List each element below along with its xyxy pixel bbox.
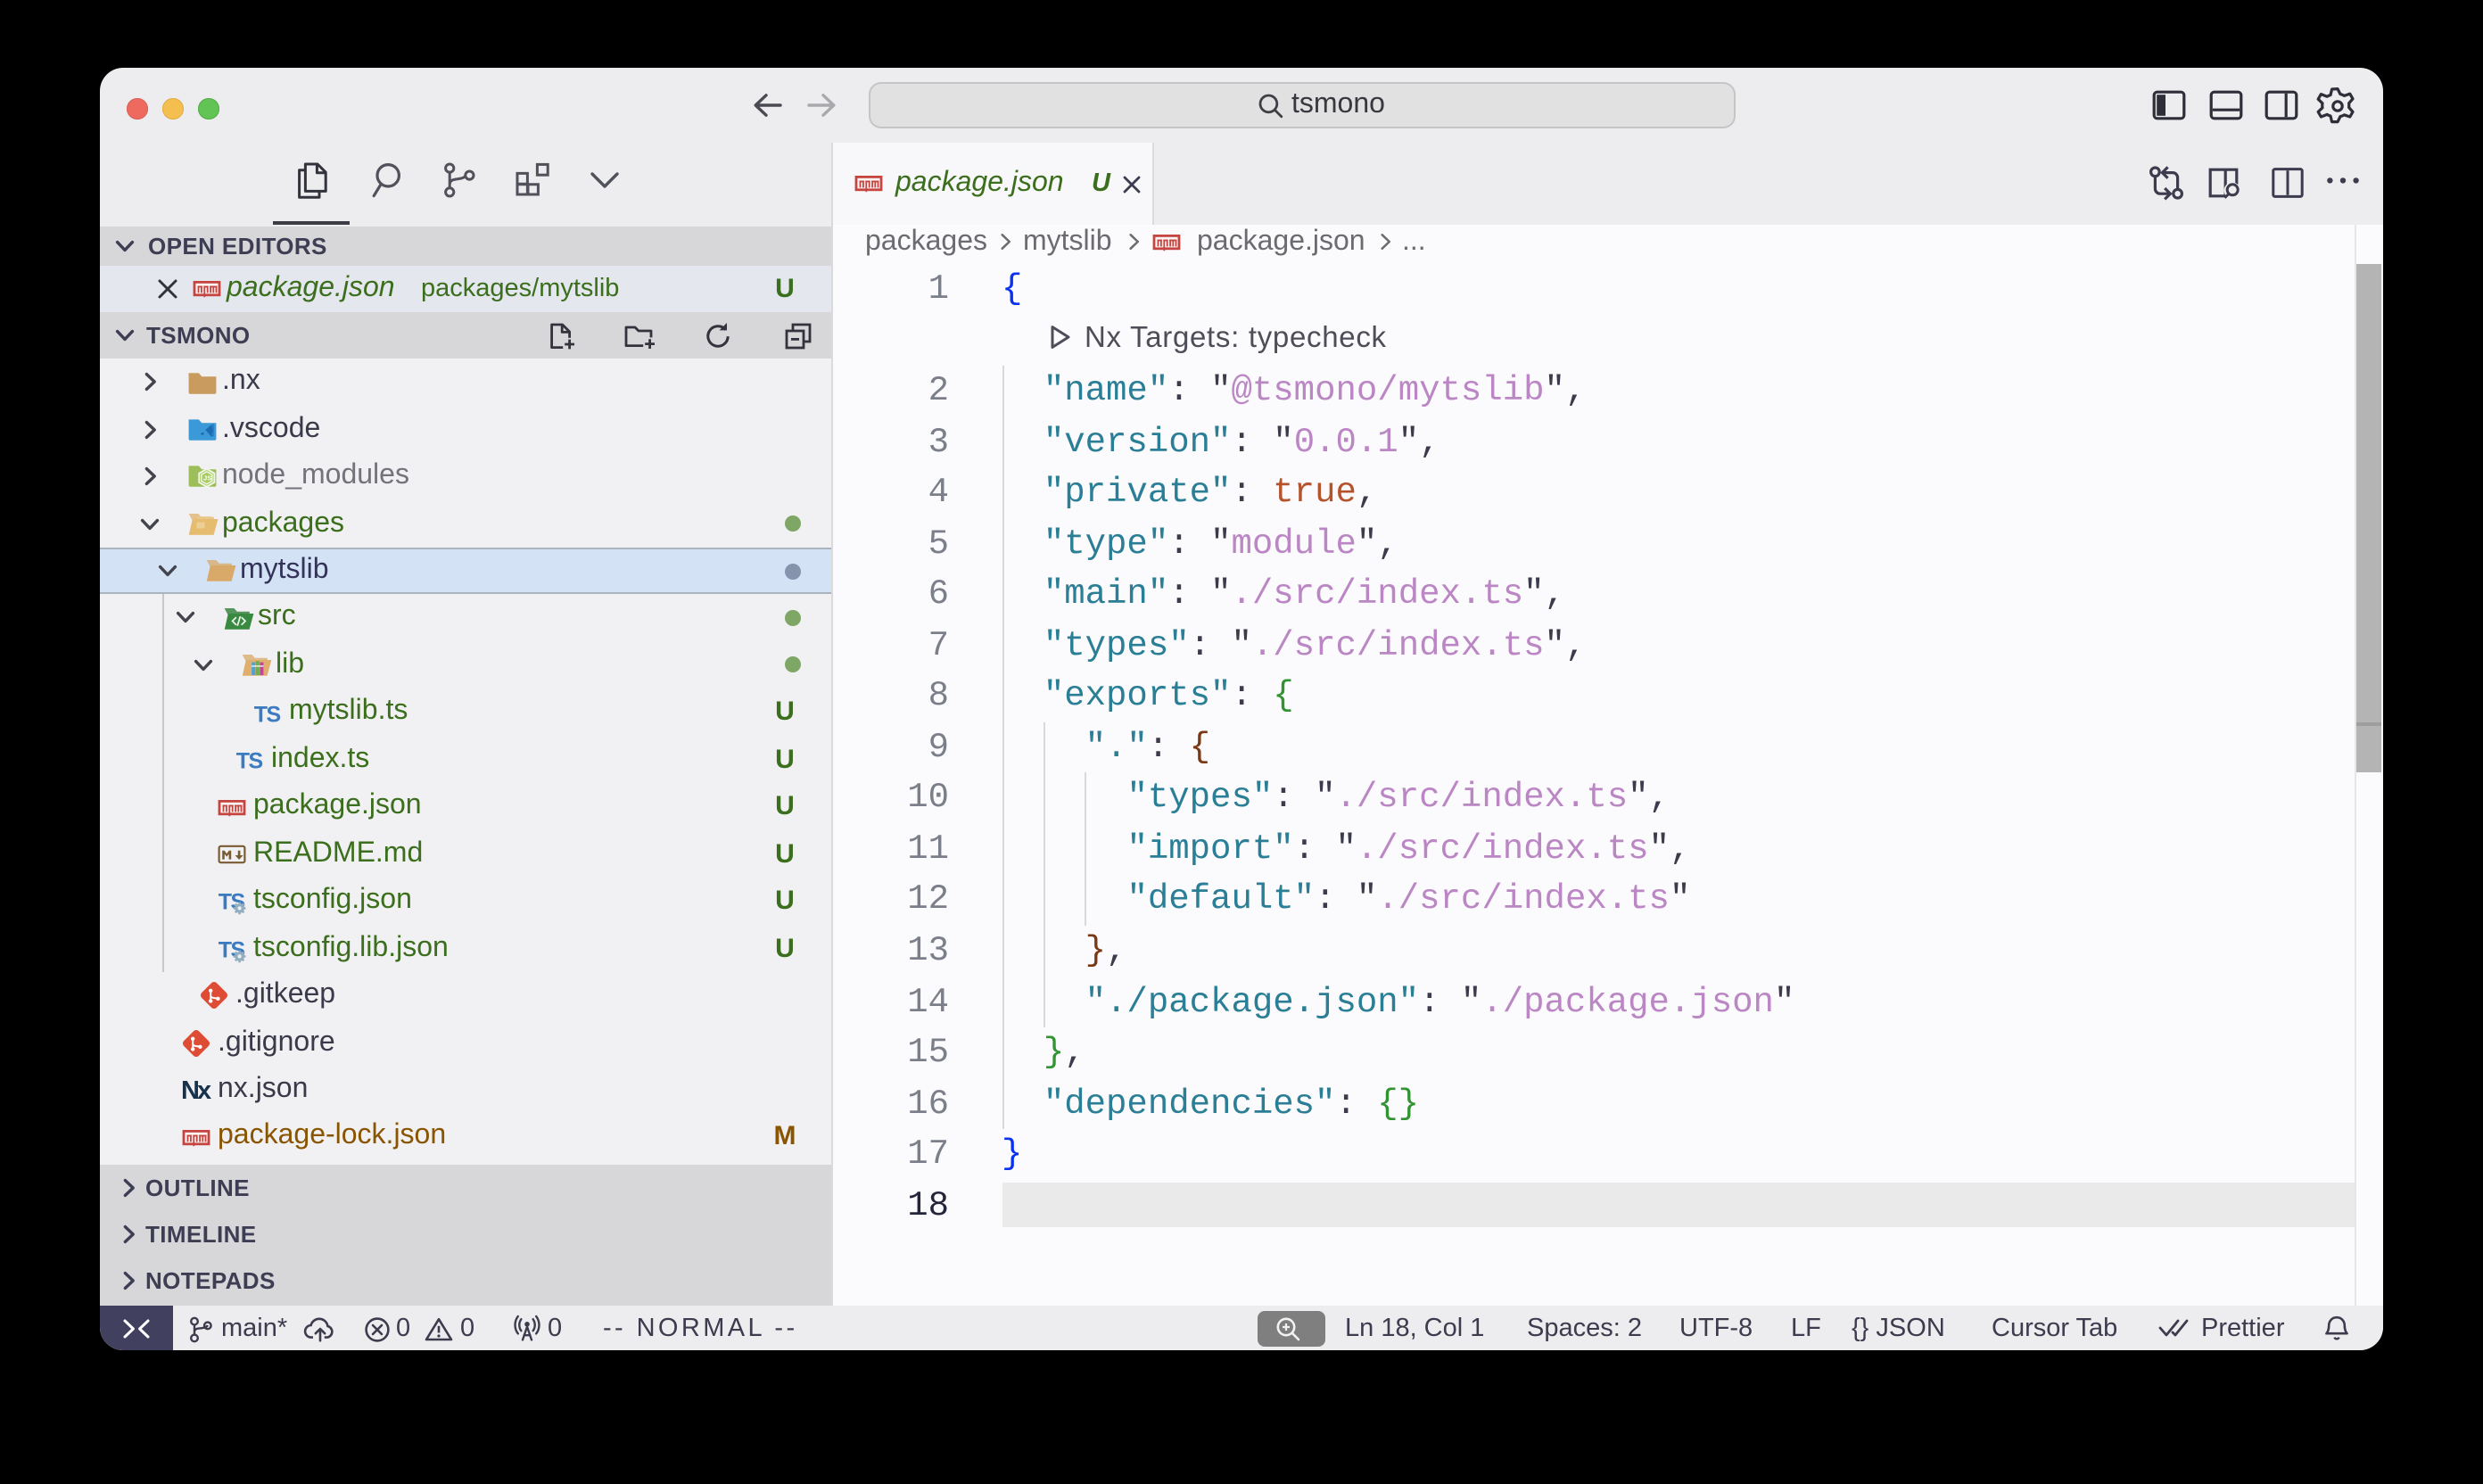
svg-text:JS: JS bbox=[202, 474, 210, 482]
svg-text:TS: TS bbox=[236, 749, 263, 774]
svg-text:TS: TS bbox=[254, 702, 281, 727]
svg-text:Nx: Nx bbox=[181, 1077, 211, 1106]
